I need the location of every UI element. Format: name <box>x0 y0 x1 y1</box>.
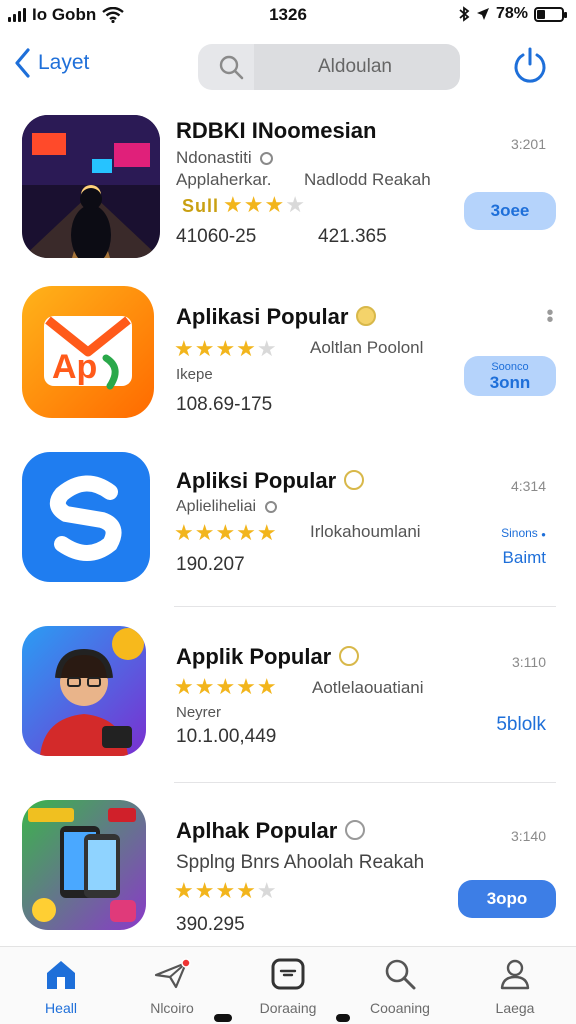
app-title: Applik Popular <box>176 644 332 669</box>
app-stat-left: 190.207 <box>176 554 245 575</box>
award-badge-icon <box>344 470 365 491</box>
app-stat-left: 108.69-175 <box>176 394 273 415</box>
app-category: Ikepe <box>176 366 213 383</box>
home-icon <box>47 961 75 989</box>
get-button[interactable]: 3opo <box>458 880 556 918</box>
nav-bar: Layet Aldoulan <box>0 40 576 96</box>
award-badge-icon <box>339 646 360 667</box>
more-options-icon[interactable]: • • <box>546 303 554 330</box>
app-meta: 3:140 <box>510 828 546 844</box>
status-link-label: Sinons <box>501 526 538 540</box>
app-stat-left: 41060-25 <box>176 226 257 247</box>
verified-icon <box>260 152 274 166</box>
app-meta: 4:314 <box>510 478 546 494</box>
bluetooth-icon <box>459 6 470 22</box>
get-button[interactable]: Soonco 3onn <box>464 356 556 396</box>
search-icon <box>219 55 244 80</box>
app-title: Aplikasi Popular <box>176 304 349 329</box>
tab-bar: Heall Nlcoiro Doraaing Cooaning Laega <box>0 946 576 1024</box>
person-icon <box>500 959 530 990</box>
star-rating: ★★★★★ <box>174 336 278 361</box>
app-meta: 3:201 <box>510 136 546 152</box>
app-icon-game <box>22 115 160 258</box>
divider <box>174 782 556 783</box>
star-rating: ★★★★★ <box>174 520 278 545</box>
star-rating: ★★★★ <box>223 192 306 217</box>
app-title: Aplhak Popular <box>176 818 338 843</box>
tab-messages[interactable]: Nlcoiro <box>117 957 227 1016</box>
award-badge-icon <box>345 820 366 841</box>
app-subtitle: Aoltlan Poolonl <box>310 338 424 357</box>
refresh-icon[interactable] <box>510 46 550 86</box>
app-stat-left: 390.295 <box>176 914 245 935</box>
back-label: Layet <box>38 51 90 74</box>
open-link[interactable]: Baimt <box>503 548 546 568</box>
open-link[interactable]: 5blolk <box>496 714 546 736</box>
app-meta: 3:110 <box>512 654 546 670</box>
status-bar: Io Gobn 1326 78% <box>0 0 576 32</box>
tab-label: Doraaing <box>259 1000 317 1016</box>
app-category: Neyrer <box>176 704 222 721</box>
search-icon <box>385 959 416 990</box>
app-title: Apliksi Popular <box>176 468 337 493</box>
search-input[interactable]: Aldoulan <box>254 44 460 90</box>
tab-label: Nlcoiro <box>150 1000 194 1016</box>
tab-home[interactable]: Heall <box>6 957 116 1016</box>
app-subtitle: Ndonastiti <box>176 148 252 167</box>
app-icon-mail: Ap <box>22 286 154 418</box>
app-title: RDBKI INoomesian <box>176 118 377 143</box>
app-title-line: Apliksi Popular <box>176 468 365 494</box>
tab-search[interactable]: Cooaning <box>345 957 455 1016</box>
app-secondary: Irlokahoumlani <box>310 522 421 541</box>
rating-line: Sull ★★★★ <box>182 192 306 218</box>
battery-icon <box>534 6 567 22</box>
app-subtitle: Aotlelaouatiani <box>312 678 424 697</box>
tab-label: Laega <box>495 1000 535 1016</box>
back-button[interactable]: Layet <box>14 48 89 78</box>
app-subtitle: Spplng Bnrs Ahoolah Reakah <box>176 852 425 873</box>
tab-label: Cooaning <box>370 1000 430 1016</box>
status-link[interactable]: Sinons ● <box>501 526 546 540</box>
app-title-line: Aplikasi Popular <box>176 304 377 330</box>
chevron-left-icon <box>15 48 30 78</box>
app-subtitle-line: Aplieliheliai <box>176 498 277 516</box>
get-button-label: 3onn <box>489 373 531 392</box>
app-category: Applaherkar. <box>176 170 272 189</box>
app-icon-sync <box>22 452 150 582</box>
tab-label: Heall <box>45 1000 77 1016</box>
paper-plane-icon <box>154 958 191 989</box>
app-icon-phones <box>22 800 146 930</box>
rating-text: Sull <box>182 196 220 216</box>
home-indicator-dot <box>336 1014 350 1022</box>
app-icon-avatar <box>22 626 146 756</box>
star-rating: ★★★★★ <box>174 674 278 699</box>
tab-profile[interactable]: Laega <box>460 957 570 1016</box>
battery-percent: 78% <box>495 5 528 22</box>
app-stat-right: 421.365 <box>318 226 387 247</box>
verified-icon <box>264 500 277 513</box>
star-rating: ★★★★★ <box>174 878 278 903</box>
download-box-icon <box>271 958 305 990</box>
app-subtitle: Aplieliheliai <box>176 498 257 515</box>
divider <box>174 606 556 607</box>
app-title-line: Aplhak Popular <box>176 818 366 844</box>
search-bar[interactable]: Aldoulan <box>198 44 460 90</box>
status-right: 78% <box>458 5 567 23</box>
app-secondary: Nadlodd Reakah <box>304 170 431 189</box>
award-badge-icon <box>356 306 377 327</box>
svg-text:Ap: Ap <box>52 348 97 386</box>
location-arrow-icon <box>476 8 489 20</box>
app-stat-left: 10.1.00,449 <box>176 726 277 747</box>
app-subtitle-line: Ndonastiti <box>176 148 274 168</box>
get-button[interactable]: 3oee <box>464 192 556 230</box>
tab-downloads[interactable]: Doraaing <box>233 957 343 1016</box>
app-title-line: Applik Popular <box>176 644 360 670</box>
home-indicator <box>214 1014 232 1022</box>
